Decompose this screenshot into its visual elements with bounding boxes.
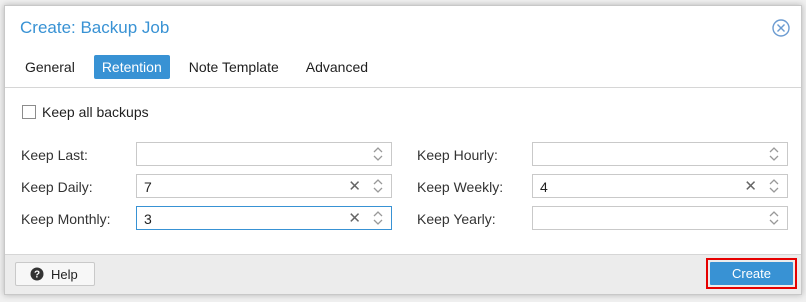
keep-last-label: Keep Last:: [21, 147, 88, 163]
close-button[interactable]: [771, 18, 791, 38]
keep-monthly-label: Keep Monthly:: [21, 211, 111, 227]
spinner-icon[interactable]: [767, 144, 781, 164]
keep-daily-label: Keep Daily:: [21, 179, 93, 195]
create-button[interactable]: Create: [710, 262, 793, 285]
help-icon: ?: [30, 267, 44, 281]
dialog-footer: ? Help Create: [5, 254, 801, 294]
dialog-title: Create: Backup Job: [20, 18, 170, 37]
keep-yearly-label: Keep Yearly:: [417, 211, 496, 227]
keep-weekly-label: Keep Weekly:: [417, 179, 504, 195]
tab-note-template[interactable]: Note Template: [181, 55, 287, 79]
keep-weekly-field[interactable]: 4 ✕: [532, 174, 788, 198]
keep-weekly-value: 4: [540, 179, 548, 195]
keep-hourly-label: Keep Hourly:: [417, 147, 498, 163]
tab-bar: General Retention Note Template Advanced: [17, 55, 387, 81]
svg-text:?: ?: [34, 270, 40, 281]
keep-all-backups-label: Keep all backups: [42, 104, 149, 120]
keep-all-backups-checkbox[interactable]: [22, 105, 36, 119]
spinner-icon[interactable]: [767, 176, 781, 196]
tab-retention[interactable]: Retention: [93, 55, 170, 79]
clear-icon[interactable]: ✕: [348, 209, 361, 227]
dialog-header: Create: Backup Job: [5, 6, 801, 52]
help-label: Help: [51, 266, 78, 282]
help-button[interactable]: ? Help: [15, 262, 95, 286]
spinner-icon[interactable]: [767, 208, 781, 228]
close-icon: [772, 19, 790, 37]
tab-advanced[interactable]: Advanced: [298, 55, 376, 79]
keep-daily-value: 7: [144, 179, 152, 195]
keep-hourly-field[interactable]: [532, 142, 788, 166]
clear-icon[interactable]: ✕: [744, 177, 757, 195]
keep-yearly-field[interactable]: [532, 206, 788, 230]
spinner-icon[interactable]: [371, 176, 385, 196]
clear-icon[interactable]: ✕: [348, 177, 361, 195]
keep-monthly-field[interactable]: 3 ✕: [136, 206, 392, 230]
keep-monthly-value: 3: [144, 211, 152, 227]
keep-all-backups-row[interactable]: Keep all backups: [22, 104, 149, 120]
backup-job-dialog: Create: Backup Job General Retention Not…: [4, 5, 802, 295]
tab-divider: [5, 87, 801, 88]
spinner-icon[interactable]: [371, 144, 385, 164]
spinner-icon[interactable]: [371, 208, 385, 228]
keep-daily-field[interactable]: 7 ✕: [136, 174, 392, 198]
keep-last-field[interactable]: [136, 142, 392, 166]
tab-general[interactable]: General: [17, 55, 83, 79]
